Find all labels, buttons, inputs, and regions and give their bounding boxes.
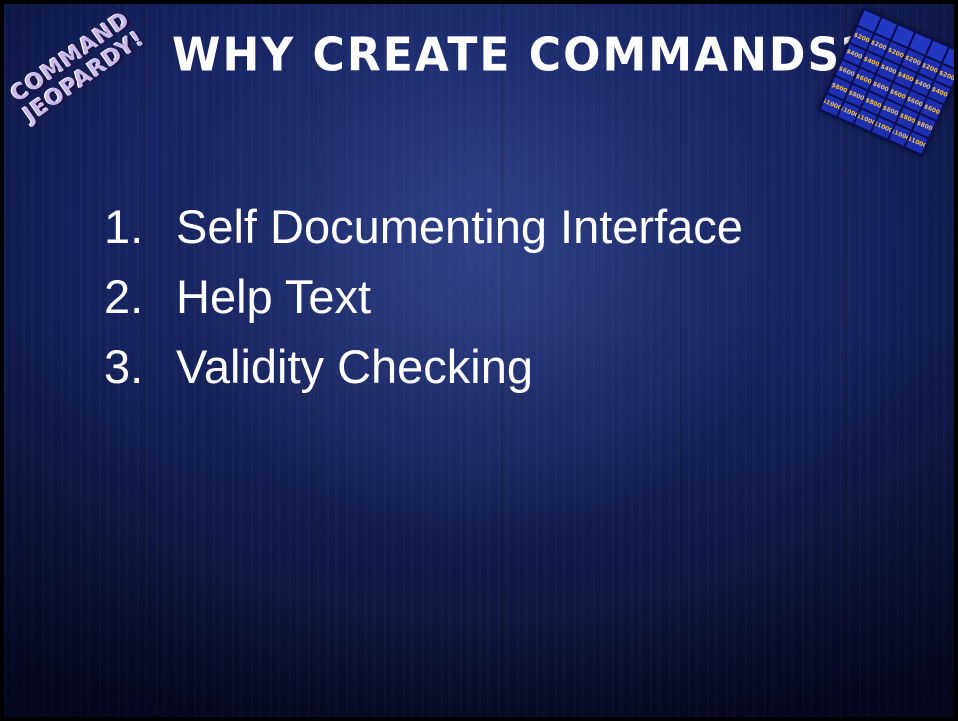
list-item: 2. Help Text	[104, 262, 743, 332]
reasons-list: 1. Self Documenting Interface 2. Help Te…	[104, 192, 743, 402]
slide-title: WHY CREATE COMMANDS?	[172, 28, 869, 83]
list-item: 1. Self Documenting Interface	[104, 192, 743, 262]
list-item-text: Help Text	[176, 270, 372, 323]
slide: COMMAND JEOPARDY! WHY CREATE COMMANDS? $…	[0, 0, 958, 721]
command-jeopardy-logo: COMMAND JEOPARDY!	[4, 4, 183, 170]
list-item-text: Self Documenting Interface	[176, 200, 743, 253]
list-item-number: 2.	[104, 270, 144, 323]
list-item: 3. Validity Checking	[104, 332, 743, 402]
list-item-number: 3.	[104, 340, 144, 393]
list-item-number: 1.	[104, 200, 144, 253]
jeopardy-board-image: $200 $200 $200 $200 $200 $200 $400 $400 $400 $400…	[805, 4, 954, 170]
list-item-text: Validity Checking	[176, 340, 534, 393]
